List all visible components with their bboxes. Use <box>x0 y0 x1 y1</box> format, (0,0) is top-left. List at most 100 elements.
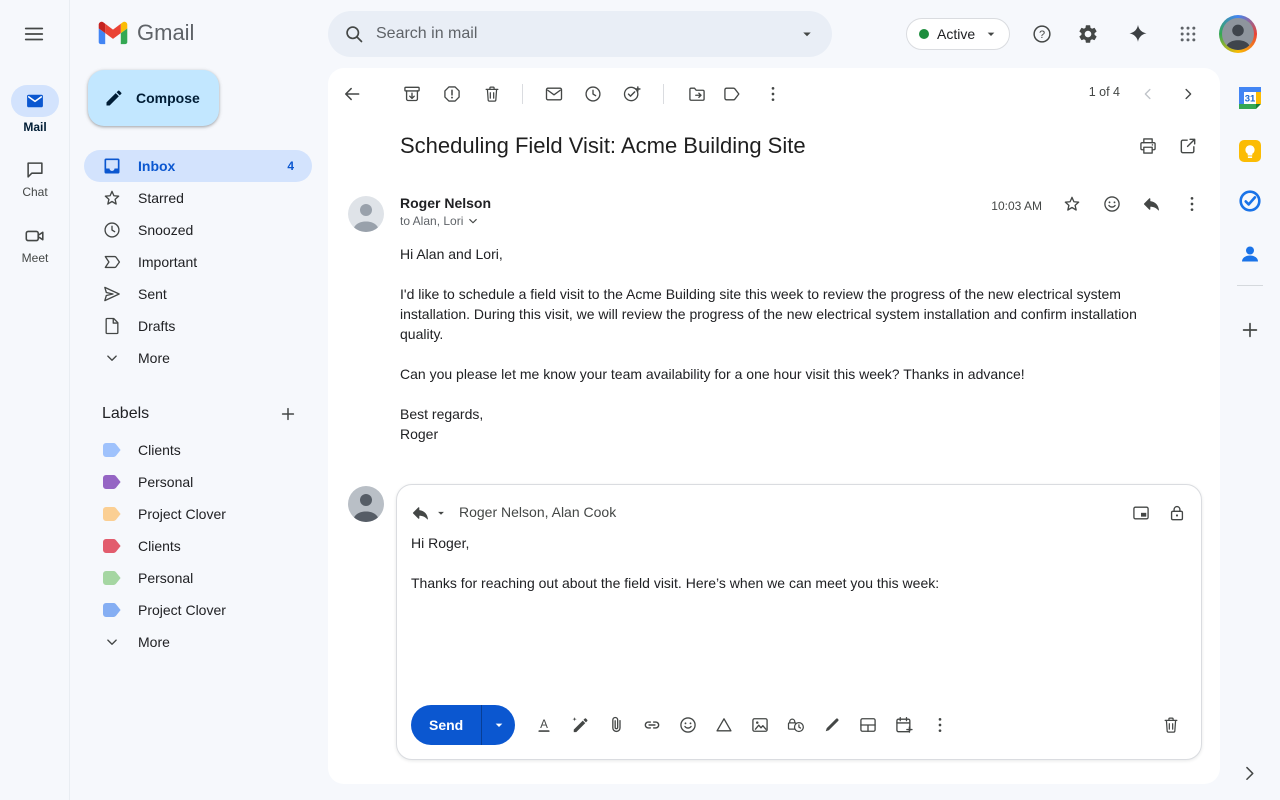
sidebar-item-inbox[interactable]: Inbox 4 <box>84 150 312 182</box>
google-apps-button[interactable] <box>1168 14 1208 54</box>
label-item[interactable]: Personal <box>84 466 312 498</box>
gmail-logo[interactable]: Gmail <box>98 20 194 46</box>
move-to-button[interactable] <box>681 78 713 110</box>
sidebar-item-starred[interactable]: Starred <box>84 182 312 214</box>
reply-body-editor[interactable]: Hi Roger, Thanks for reaching out about … <box>411 533 1181 613</box>
more-options-button[interactable] <box>757 78 789 110</box>
side-panel-tasks-button[interactable] <box>1230 181 1270 221</box>
formatting-options-button[interactable]: A <box>528 709 560 741</box>
open-in-new-window-button[interactable] <box>1170 128 1206 164</box>
meet-icon <box>25 230 44 242</box>
label-item[interactable]: Project Clover <box>84 594 312 626</box>
main-menu-button[interactable] <box>14 14 54 54</box>
labels-button[interactable] <box>716 78 748 110</box>
layouts-button[interactable] <box>852 709 884 741</box>
settings-button[interactable] <box>1068 14 1108 54</box>
rail-item-chat[interactable] <box>15 150 55 190</box>
availability-status-chip[interactable]: Active <box>906 18 1011 50</box>
help-me-write-button[interactable] <box>564 709 596 741</box>
sidebar-item-important[interactable]: Important <box>84 246 312 278</box>
reply-type-dropdown[interactable] <box>405 497 454 529</box>
side-panel-contacts-button[interactable] <box>1230 234 1270 274</box>
rail-item-mail[interactable] <box>11 85 59 117</box>
label-item[interactable]: Project Clover <box>84 498 312 530</box>
google-tasks-icon <box>1239 190 1261 212</box>
message-more-button[interactable] <box>1174 186 1210 222</box>
help-button[interactable]: ? <box>1022 14 1062 54</box>
sender-avatar[interactable] <box>348 196 384 232</box>
back-button[interactable] <box>336 78 368 110</box>
add-task-icon <box>623 86 641 102</box>
compose-more-button[interactable] <box>924 709 956 741</box>
newer-button[interactable] <box>1132 78 1164 110</box>
insert-link-button[interactable] <box>636 709 668 741</box>
compose-button[interactable]: Compose <box>88 70 219 126</box>
send-options-button[interactable] <box>482 705 515 745</box>
create-label-button[interactable] <box>274 400 302 428</box>
sidebar-item-label: More <box>138 350 170 366</box>
side-panel-keep-button[interactable] <box>1230 131 1270 171</box>
label-item[interactable]: Clients <box>84 434 312 466</box>
print-button[interactable] <box>1130 128 1166 164</box>
chevron-right-icon <box>1185 88 1192 100</box>
discard-draft-button[interactable] <box>1155 709 1187 741</box>
reply-button[interactable] <box>1134 186 1170 222</box>
search-bar[interactable] <box>328 11 832 57</box>
account-avatar[interactable] <box>1219 15 1257 53</box>
more-vert-icon <box>771 87 775 101</box>
label-item[interactable]: Clients <box>84 530 312 562</box>
insert-photo-button[interactable] <box>744 709 776 741</box>
email-body: Hi Alan and Lori, I'd like to schedule a… <box>400 244 1162 444</box>
message-security-button[interactable] <box>1161 497 1193 529</box>
sidebar-item-more[interactable]: More <box>84 342 312 374</box>
sidebar-item-sent[interactable]: Sent <box>84 278 312 310</box>
body-paragraph: Hi Alan and Lori, <box>400 246 503 262</box>
recipients-line[interactable]: to Alan, Lori <box>400 214 480 228</box>
pop-out-reply-button[interactable] <box>1125 497 1157 529</box>
insert-emoji-button[interactable] <box>672 709 704 741</box>
sidebar-item-drafts[interactable]: Drafts <box>84 310 312 342</box>
propose-meeting-time-button[interactable] <box>888 709 920 741</box>
insert-signature-button[interactable] <box>816 709 848 741</box>
search-input[interactable] <box>376 25 786 43</box>
pen-sparkle-icon <box>572 717 588 733</box>
link-icon <box>644 721 660 729</box>
report-spam-button[interactable] <box>436 78 468 110</box>
svg-text:?: ? <box>1039 29 1045 41</box>
thread-pagination: 1 of 4 <box>1088 85 1120 99</box>
reply-compose-box[interactable]: Roger Nelson, Alan Cook Hi Roger, Thanks… <box>396 484 1202 760</box>
sidebar-item-snoozed[interactable]: Snoozed <box>84 214 312 246</box>
chat-icon <box>27 162 43 178</box>
collapse-side-panel-button[interactable] <box>1229 753 1269 793</box>
label-tag-icon <box>103 507 121 521</box>
rail-item-meet[interactable] <box>15 216 55 256</box>
archive-icon <box>404 86 420 102</box>
delete-button[interactable] <box>476 78 508 110</box>
rail-label-chat: Chat <box>22 185 48 199</box>
archive-button[interactable] <box>396 78 428 110</box>
compose-format-icons: A <box>528 709 956 741</box>
add-to-tasks-button[interactable] <box>616 78 648 110</box>
label-item-more[interactable]: More <box>84 626 312 658</box>
get-add-ons-button[interactable] <box>1230 310 1270 350</box>
confidential-mode-button[interactable] <box>780 709 812 741</box>
attach-files-button[interactable] <box>600 709 632 741</box>
reply-recipients[interactable]: Roger Nelson, Alan Cook <box>459 504 616 520</box>
insert-from-drive-button[interactable] <box>708 709 740 741</box>
mark-unread-button[interactable] <box>538 78 570 110</box>
confidential-lock-clock-icon <box>788 718 805 733</box>
reply-author-avatar[interactable] <box>348 486 384 522</box>
snooze-button[interactable] <box>577 78 609 110</box>
side-panel-calendar-button[interactable]: 31 <box>1230 78 1270 118</box>
apps-grid-icon <box>1180 26 1196 42</box>
rail-label-mail: Mail <box>23 120 47 134</box>
gemini-button[interactable] <box>1118 14 1158 54</box>
label-item[interactable]: Personal <box>84 562 312 594</box>
send-button[interactable]: Send <box>411 705 481 745</box>
label-name: Project Clover <box>138 602 226 618</box>
older-button[interactable] <box>1172 78 1204 110</box>
search-options-icon[interactable] <box>798 25 816 43</box>
emoji-reaction-button[interactable] <box>1094 186 1130 222</box>
star-message-button[interactable] <box>1054 186 1090 222</box>
label-tag-icon <box>103 539 121 553</box>
